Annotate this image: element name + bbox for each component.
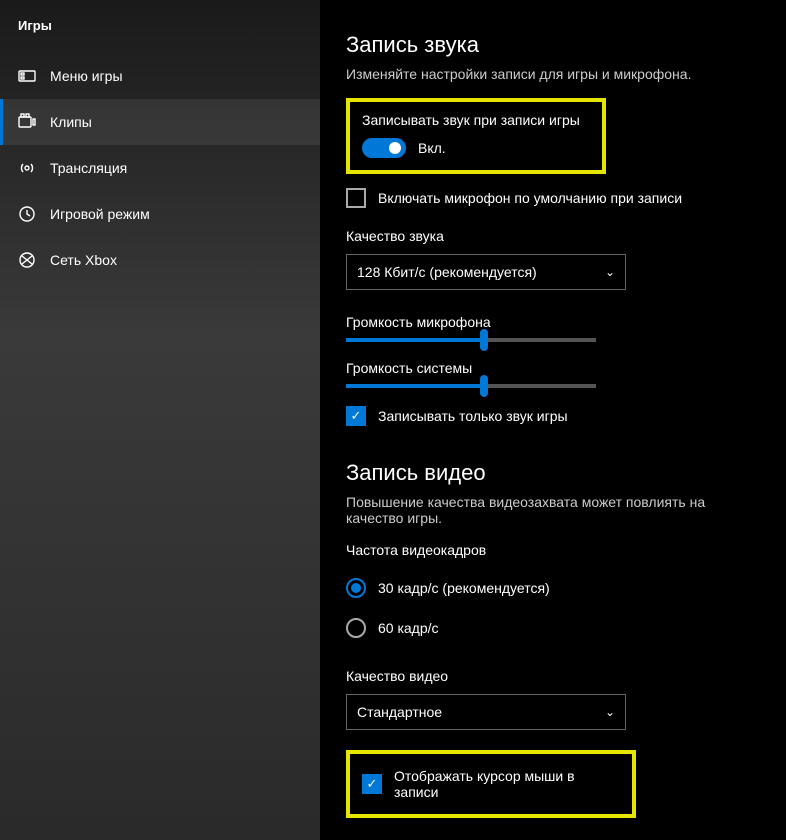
slider-fill <box>346 338 484 342</box>
record-audio-toggle-row: Вкл. <box>362 138 590 158</box>
fps-60-radio[interactable] <box>346 618 366 638</box>
cursor-row[interactable]: ✓ Отображать курсор мыши в записи <box>362 768 620 800</box>
audio-quality-dropdown[interactable]: 128 Кбит/с (рекомендуется) ⌄ <box>346 254 626 290</box>
sidebar-item-label: Сеть Xbox <box>50 252 117 268</box>
slider-thumb[interactable] <box>480 375 488 397</box>
broadcast-icon <box>18 159 36 177</box>
chevron-down-icon: ⌄ <box>605 705 615 719</box>
record-audio-label: Записывать звук при записи игры <box>362 112 590 128</box>
game-only-row[interactable]: ✓ Записывать только звук игры <box>346 406 760 426</box>
fps-60-label: 60 кадр/с <box>378 620 439 636</box>
game-bar-icon <box>18 67 36 85</box>
sidebar-item-xbox-network[interactable]: Сеть Xbox <box>0 237 320 283</box>
audio-quality-label: Качество звука <box>346 228 760 244</box>
cursor-checkbox[interactable]: ✓ <box>362 774 382 794</box>
fps-30-row[interactable]: 30 кадр/с (рекомендуется) <box>346 578 760 598</box>
sidebar-item-label: Трансляция <box>50 160 127 176</box>
mic-volume-label: Громкость микрофона <box>346 314 760 330</box>
content: Запись звука Изменяйте настройки записи … <box>320 0 786 840</box>
toggle-knob <box>389 142 401 154</box>
chevron-down-icon: ⌄ <box>605 265 615 279</box>
video-quality-value: Стандартное <box>357 704 442 720</box>
video-section: Запись видео Повышение качества видеозах… <box>346 460 760 818</box>
video-desc: Повышение качества видеозахвата может по… <box>346 494 760 526</box>
sidebar-item-label: Игровой режим <box>50 206 150 222</box>
game-mode-icon <box>18 205 36 223</box>
sidebar-title: Игры <box>0 18 320 53</box>
system-volume-label: Громкость системы <box>346 360 760 376</box>
highlight-cursor: ✓ Отображать курсор мыши в записи <box>346 750 636 818</box>
fps-label: Частота видеокадров <box>346 542 760 558</box>
fps-30-radio[interactable] <box>346 578 366 598</box>
slider-fill <box>346 384 484 388</box>
clips-icon <box>18 113 36 131</box>
highlight-record-audio: Записывать звук при записи игры Вкл. <box>346 98 606 174</box>
fps-30-label: 30 кадр/с (рекомендуется) <box>378 580 550 596</box>
fps-60-row[interactable]: 60 кадр/с <box>346 618 760 638</box>
mic-volume-slider[interactable] <box>346 338 596 342</box>
mic-default-checkbox[interactable] <box>346 188 366 208</box>
audio-desc: Изменяйте настройки записи для игры и ми… <box>346 66 760 82</box>
slider-thumb[interactable] <box>480 329 488 351</box>
mic-default-label: Включать микрофон по умолчанию при запис… <box>378 190 682 206</box>
sidebar: Игры Меню игры Клипы Трансляция Игровой … <box>0 0 320 840</box>
game-only-checkbox[interactable]: ✓ <box>346 406 366 426</box>
sidebar-item-clips[interactable]: Клипы <box>0 99 320 145</box>
toggle-state-label: Вкл. <box>418 140 446 156</box>
game-only-label: Записывать только звук игры <box>378 408 568 424</box>
mic-default-row[interactable]: Включать микрофон по умолчанию при запис… <box>346 188 760 208</box>
audio-title: Запись звука <box>346 32 760 58</box>
system-volume-group: Громкость системы <box>346 360 760 388</box>
record-audio-toggle[interactable] <box>362 138 406 158</box>
sidebar-item-game-mode[interactable]: Игровой режим <box>0 191 320 237</box>
audio-quality-value: 128 Кбит/с (рекомендуется) <box>357 264 537 280</box>
video-title: Запись видео <box>346 460 760 486</box>
audio-section: Запись звука Изменяйте настройки записи … <box>346 32 760 426</box>
sidebar-item-broadcast[interactable]: Трансляция <box>0 145 320 191</box>
cursor-label: Отображать курсор мыши в записи <box>394 768 620 800</box>
system-volume-slider[interactable] <box>346 384 596 388</box>
sidebar-item-label: Меню игры <box>50 68 123 84</box>
video-quality-label: Качество видео <box>346 668 760 684</box>
video-quality-dropdown[interactable]: Стандартное ⌄ <box>346 694 626 730</box>
mic-volume-group: Громкость микрофона <box>346 314 760 342</box>
xbox-icon <box>18 251 36 269</box>
sidebar-item-label: Клипы <box>50 114 92 130</box>
sidebar-item-game-menu[interactable]: Меню игры <box>0 53 320 99</box>
